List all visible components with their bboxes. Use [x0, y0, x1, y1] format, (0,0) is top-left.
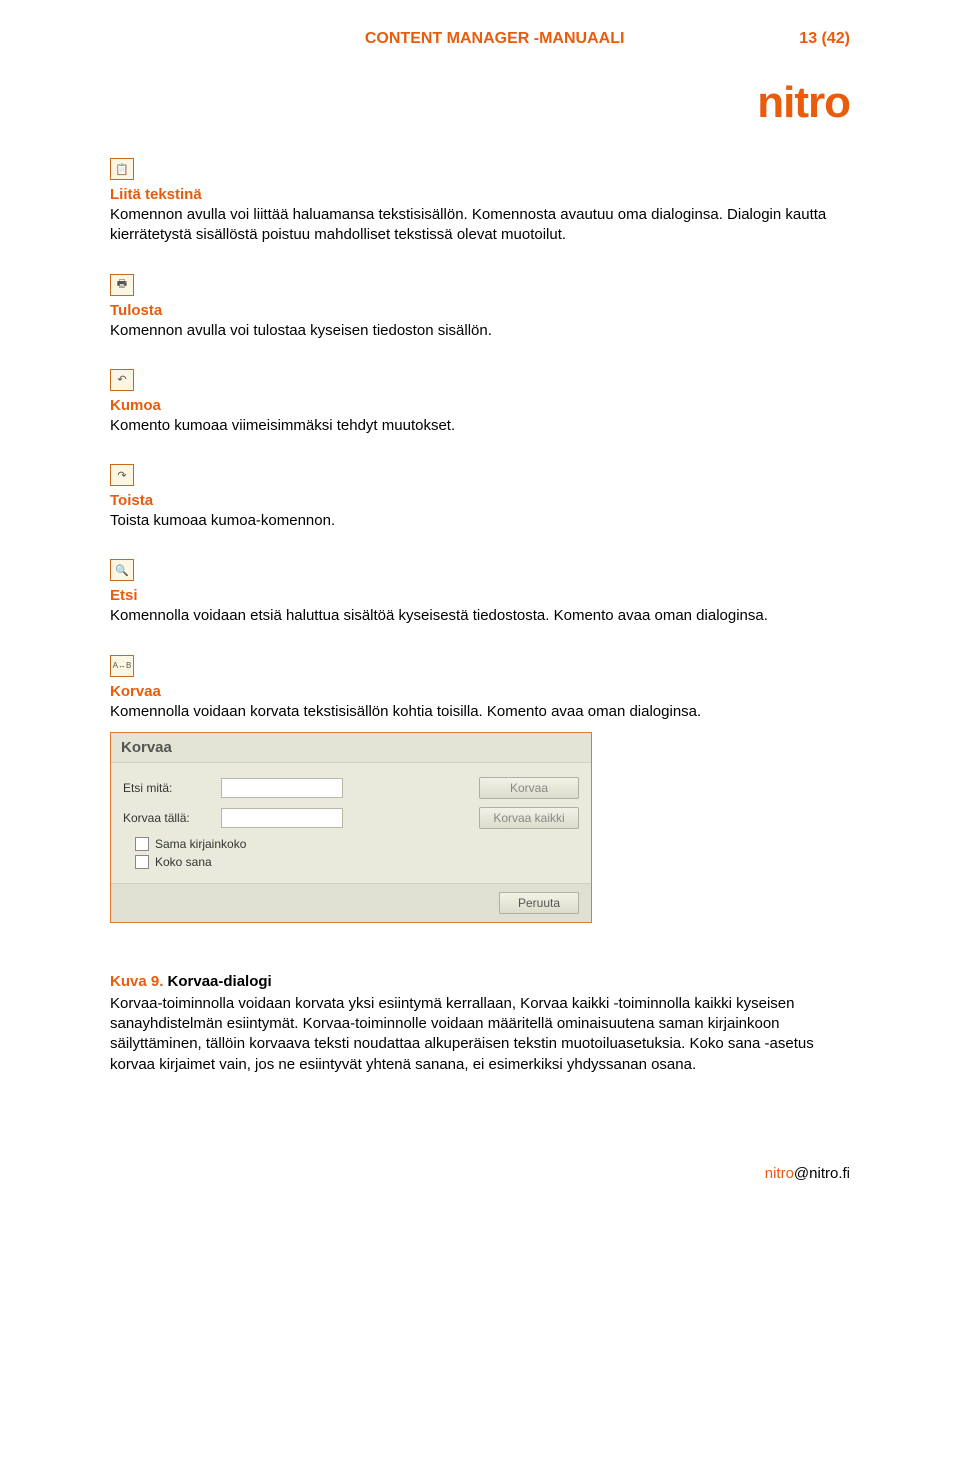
- header-title: CONTENT MANAGER -MANUAALI: [190, 30, 799, 48]
- dialog-title: Korvaa: [111, 733, 591, 763]
- page-footer: nitro@nitro.fi: [110, 1165, 850, 1182]
- find-label: Etsi mitä:: [123, 781, 213, 795]
- caption-text: Korvaa-dialogi: [163, 973, 271, 990]
- section-body-print: Komennon avulla voi tulostaa kyseisen ti…: [110, 321, 850, 341]
- whole-word-checkbox[interactable]: [135, 855, 149, 869]
- replace-input[interactable]: [221, 808, 343, 828]
- match-case-checkbox[interactable]: [135, 837, 149, 851]
- replace-dialog: Korvaa Etsi mitä: Korvaa Korvaa tällä: K…: [110, 732, 592, 923]
- match-case-label: Sama kirjainkoko: [155, 837, 246, 851]
- section-body-redo: Toista kumoaa kumoa-komennon.: [110, 511, 850, 531]
- section-title-undo: Kumoa: [110, 397, 850, 414]
- section-title-find: Etsi: [110, 587, 850, 604]
- undo-icon: ↶: [110, 369, 134, 391]
- page-header: CONTENT MANAGER -MANUAALI 13 (42): [110, 30, 850, 48]
- section-body-find: Komennolla voidaan etsiä haluttua sisält…: [110, 606, 850, 626]
- section-body-replace: Komennolla voidaan korvata tekstisisällö…: [110, 702, 850, 722]
- footer-email[interactable]: nitro@nitro.fi: [765, 1165, 850, 1182]
- paste-text-icon: 📋: [110, 158, 134, 180]
- logo-text: nitro: [757, 78, 850, 127]
- redo-icon: ↷: [110, 464, 134, 486]
- header-page-number: 13 (42): [799, 30, 850, 48]
- section-body-undo: Komento kumoaa viimeisimmäksi tehdyt muu…: [110, 416, 850, 436]
- find-input[interactable]: [221, 778, 343, 798]
- replace-icon: A↔B: [110, 655, 134, 677]
- replace-all-button[interactable]: Korvaa kaikki: [479, 807, 579, 829]
- caption-number: Kuva 9.: [110, 973, 163, 990]
- print-icon: 🖶: [110, 274, 134, 296]
- figure-caption: Kuva 9. Korvaa-dialogi: [110, 973, 850, 990]
- whole-word-label: Koko sana: [155, 855, 212, 869]
- replace-button[interactable]: Korvaa: [479, 777, 579, 799]
- replace-with-label: Korvaa tällä:: [123, 811, 213, 825]
- section-title-redo: Toista: [110, 492, 850, 509]
- section-title-replace: Korvaa: [110, 683, 850, 700]
- section-body-paste-text: Komennon avulla voi liittää haluamansa t…: [110, 205, 850, 246]
- section-title-paste-text: Liitä tekstinä: [110, 186, 850, 203]
- section-title-print: Tulosta: [110, 302, 850, 319]
- brand-logo: nitro: [110, 78, 850, 128]
- cancel-button[interactable]: Peruuta: [499, 892, 579, 914]
- find-icon: 🔍: [110, 559, 134, 581]
- explanation-paragraph: Korvaa-toiminnolla voidaan korvata yksi …: [110, 994, 850, 1075]
